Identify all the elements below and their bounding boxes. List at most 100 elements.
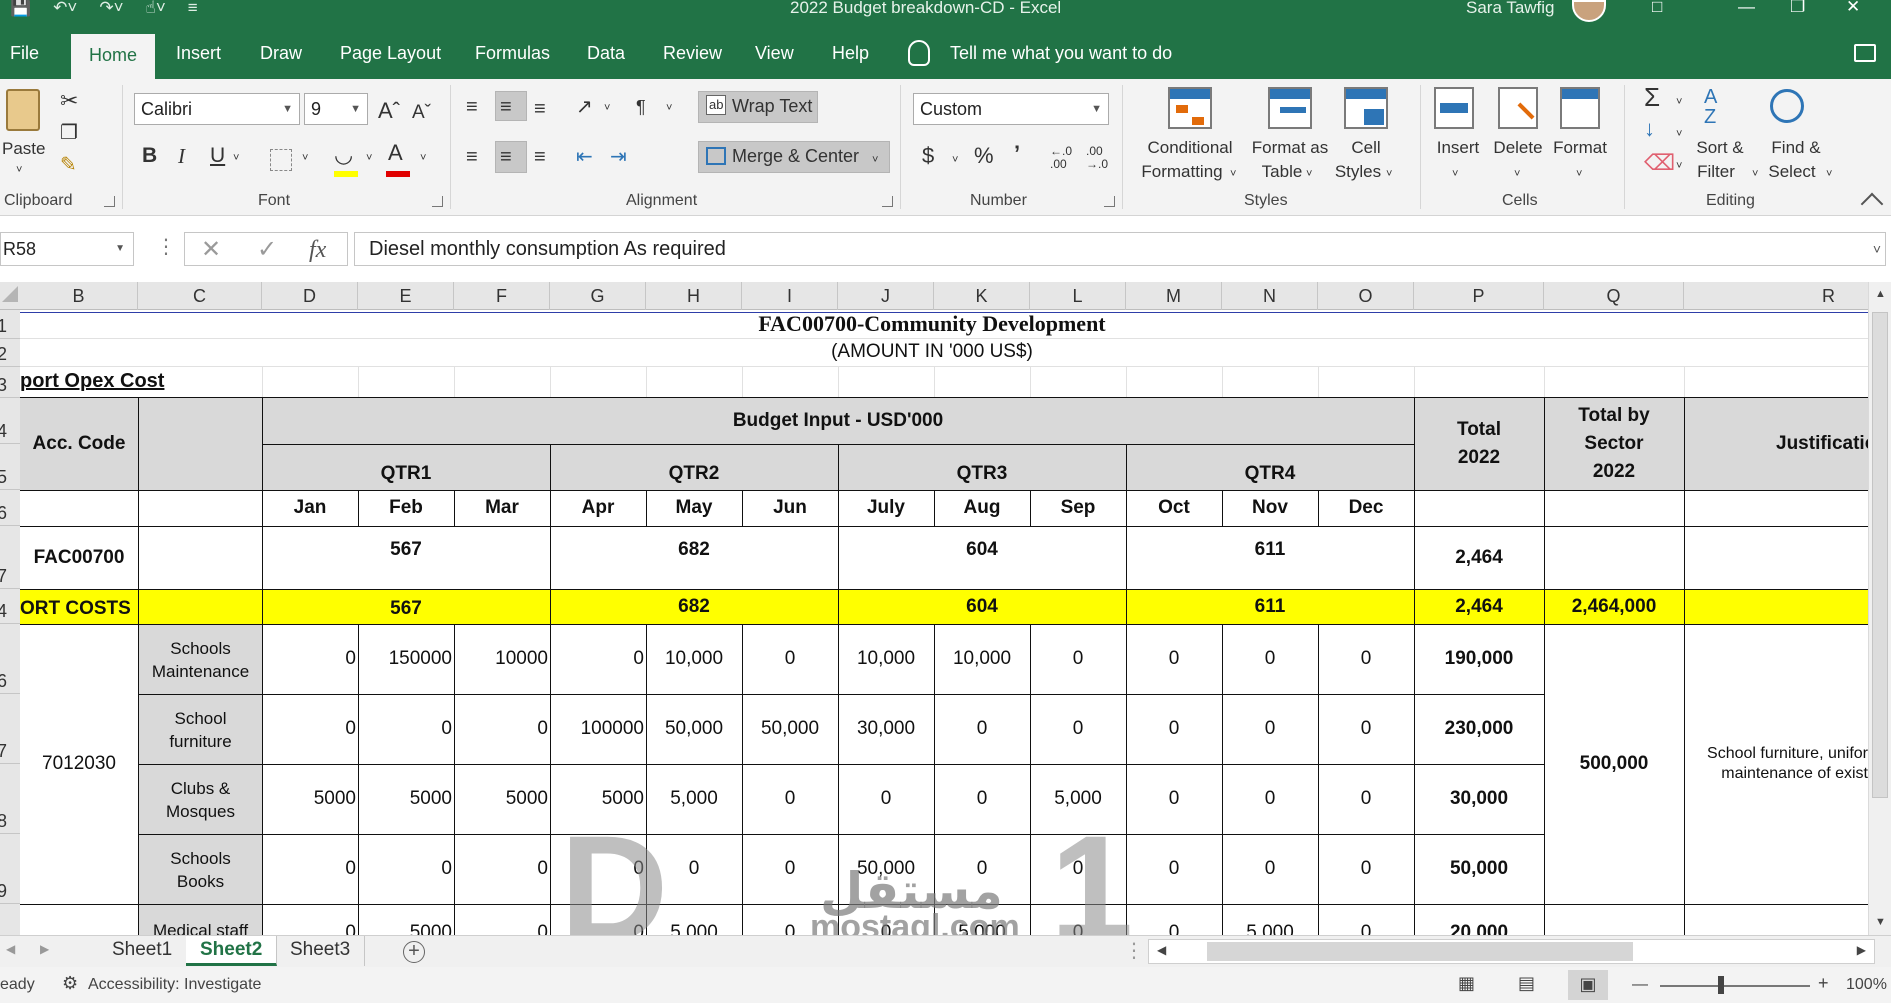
paste-dropdown-caret[interactable]: ˅ bbox=[16, 159, 22, 181]
tab-view[interactable]: View bbox=[755, 42, 794, 64]
row-header[interactable]: 7 bbox=[0, 526, 20, 589]
tab-insert[interactable]: Insert bbox=[176, 42, 221, 64]
comments-icon[interactable] bbox=[1854, 44, 1876, 62]
delete-cells-icon[interactable] bbox=[1498, 87, 1538, 129]
underline-button[interactable]: U bbox=[210, 145, 225, 167]
text-direction-icon[interactable]: ¶ bbox=[636, 95, 646, 119]
format-painter-icon[interactable]: ✎ bbox=[60, 153, 77, 177]
tab-page-layout[interactable]: Page Layout bbox=[340, 42, 441, 64]
item-value-cell[interactable]: 0 bbox=[1126, 904, 1222, 935]
zoom-in-icon[interactable]: + bbox=[1818, 973, 1829, 994]
minimize-icon[interactable]: — bbox=[1738, 0, 1755, 15]
prev-sheet-icon[interactable]: ◀ bbox=[6, 942, 15, 956]
enter-icon[interactable]: ✓ bbox=[257, 235, 277, 265]
sort-filter-label[interactable]: Sort & bbox=[1680, 137, 1760, 159]
item-value-cell[interactable]: 0 bbox=[1030, 694, 1126, 764]
find-select-icon[interactable] bbox=[1770, 89, 1804, 123]
item-value-cell[interactable]: 0 bbox=[1126, 834, 1222, 904]
item-value-cell[interactable]: 0 bbox=[838, 764, 934, 834]
item-value-cell[interactable]: 0 bbox=[454, 904, 550, 935]
column-header-q[interactable]: Q bbox=[1544, 282, 1684, 310]
cut-icon[interactable]: ✂ bbox=[60, 89, 78, 113]
name-box[interactable]: R58 ▼ bbox=[0, 232, 134, 266]
item-value-cell[interactable]: 0 bbox=[1126, 624, 1222, 694]
cancel-icon[interactable]: ✕ bbox=[201, 235, 221, 265]
item-value-cell[interactable]: 5000 bbox=[262, 764, 358, 834]
cell-styles-label[interactable]: Cell bbox=[1316, 137, 1416, 159]
copy-icon[interactable]: ❐ bbox=[60, 121, 78, 145]
align-left-icon[interactable]: ≡ bbox=[466, 145, 478, 169]
avatar[interactable] bbox=[1572, 0, 1606, 22]
item-value-cell[interactable]: 0 bbox=[1030, 624, 1126, 694]
formula-input[interactable]: Diesel monthly consumption As required ˅ bbox=[354, 232, 1886, 266]
fill-color-dropdown-caret[interactable]: ˅ bbox=[366, 147, 372, 169]
zoom-slider[interactable] bbox=[1660, 985, 1810, 987]
item-value-cell[interactable]: 150000 bbox=[358, 624, 454, 694]
column-header-e[interactable]: E bbox=[358, 282, 454, 310]
column-header-l[interactable]: L bbox=[1030, 282, 1126, 310]
increase-indent-icon[interactable]: ⇥ bbox=[610, 145, 627, 169]
item-value-cell[interactable]: 0 bbox=[742, 904, 838, 935]
italic-button[interactable]: I bbox=[178, 145, 185, 167]
row-header[interactable]: 4 bbox=[0, 398, 20, 444]
lightbulb-icon[interactable] bbox=[908, 40, 930, 66]
chevron-down-icon[interactable]: ˅ bbox=[1386, 163, 1392, 185]
item-value-cell[interactable]: 0 bbox=[358, 834, 454, 904]
font-color-icon[interactable]: A bbox=[388, 142, 403, 164]
item-value-cell[interactable]: 30,000 bbox=[838, 694, 934, 764]
tab-draw[interactable]: Draw bbox=[260, 42, 302, 64]
increase-decimal-button[interactable]: ←.0.00 bbox=[1050, 145, 1078, 171]
column-header-r[interactable]: R bbox=[1684, 282, 1868, 310]
item-value-cell[interactable]: 0 bbox=[262, 834, 358, 904]
item-value-cell[interactable]: 0 bbox=[646, 834, 742, 904]
cell-styles-label-2[interactable]: Styles bbox=[1308, 161, 1408, 183]
zoom-out-icon[interactable]: — bbox=[1632, 976, 1648, 994]
item-value-cell[interactable]: 0 bbox=[1222, 624, 1318, 694]
item-value-cell[interactable]: 10000 bbox=[454, 624, 550, 694]
tab-help[interactable]: Help bbox=[832, 42, 869, 64]
borders-icon[interactable] bbox=[270, 149, 292, 171]
item-total[interactable]: 230,000 bbox=[1414, 694, 1544, 764]
accessibility-icon[interactable]: ⚙ bbox=[62, 973, 78, 994]
column-header-g[interactable]: G bbox=[550, 282, 646, 310]
number-format-box[interactable]: Custom ▼ bbox=[913, 93, 1109, 125]
decrease-font-icon[interactable]: Aˇ bbox=[412, 101, 431, 125]
tab-split-icon[interactable]: ⋮ bbox=[1124, 938, 1144, 963]
orientation-dropdown-caret[interactable]: ˅ bbox=[604, 97, 610, 119]
currency-dropdown-caret[interactable]: ˅ bbox=[952, 149, 958, 171]
item-value-cell[interactable]: 0 bbox=[550, 904, 646, 935]
increase-font-icon[interactable]: Aˆ bbox=[378, 99, 400, 123]
decrease-decimal-button[interactable]: .00 →.0 bbox=[1086, 145, 1114, 171]
collapse-ribbon-icon[interactable] bbox=[1860, 192, 1884, 216]
horizontal-scrollbar[interactable]: ◀ ▶ bbox=[1148, 939, 1875, 964]
item-value-cell[interactable]: 5,000 bbox=[934, 904, 1030, 935]
font-size-box[interactable]: 9 ▼ bbox=[304, 93, 368, 125]
decrease-indent-icon[interactable]: ⇤ bbox=[576, 145, 593, 169]
page-layout-view-icon[interactable]: ▤ bbox=[1518, 973, 1535, 994]
accessibility-status[interactable]: Accessibility: Investigate bbox=[88, 976, 261, 994]
row-header[interactable]: 6 bbox=[0, 624, 20, 694]
format-cells-icon[interactable] bbox=[1560, 87, 1600, 129]
zoom-slider-knob[interactable] bbox=[1718, 976, 1724, 994]
insert-cells-icon[interactable] bbox=[1434, 87, 1474, 129]
row-header[interactable]: 7 bbox=[0, 694, 20, 764]
chevron-down-icon[interactable]: ˅ bbox=[1826, 163, 1832, 185]
tab-file[interactable]: File bbox=[10, 42, 39, 64]
ribbon-display-icon[interactable]: □ bbox=[1652, 0, 1662, 15]
item-value-cell[interactable]: 0 bbox=[358, 694, 454, 764]
conditional-formatting-label-2[interactable]: Formatting bbox=[1132, 161, 1232, 183]
item-value-cell[interactable]: 0 bbox=[742, 834, 838, 904]
item-value-cell[interactable]: 5,000 bbox=[646, 764, 742, 834]
find-select-label-2[interactable]: Select bbox=[1752, 161, 1832, 183]
column-header-o[interactable]: O bbox=[1318, 282, 1414, 310]
item-value-cell[interactable]: 50,000 bbox=[646, 694, 742, 764]
next-sheet-icon[interactable]: ▶ bbox=[40, 942, 49, 956]
row-header[interactable]: 4 bbox=[0, 589, 20, 624]
item-value-cell[interactable]: 0 bbox=[1126, 694, 1222, 764]
comma-button[interactable]: ’ bbox=[1014, 143, 1020, 165]
tab-data[interactable]: Data bbox=[587, 42, 625, 64]
font-launcher-icon[interactable] bbox=[432, 196, 443, 207]
item-value-cell[interactable]: 0 bbox=[742, 624, 838, 694]
text-direction-dropdown-caret[interactable]: ˅ bbox=[666, 97, 672, 119]
format-as-table-icon[interactable] bbox=[1268, 87, 1312, 129]
